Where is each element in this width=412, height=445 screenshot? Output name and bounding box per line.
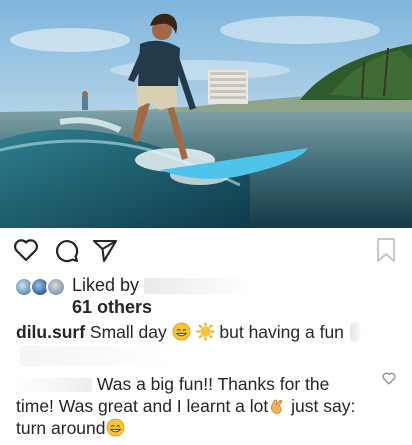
comment-item: Was a big fun!! Thanks for the time! Was… xyxy=(16,373,396,439)
comment-bubble-icon xyxy=(56,240,79,263)
likes-summary[interactable]: Liked by 61 others xyxy=(14,274,404,320)
likes-others-count[interactable]: 61 others xyxy=(72,296,152,318)
like-button[interactable] xyxy=(11,234,41,266)
paper-plane-icon xyxy=(92,239,118,263)
comment-username-obscured xyxy=(16,378,92,393)
share-button[interactable] xyxy=(90,234,120,266)
surfer-photo xyxy=(0,0,412,228)
caption-username[interactable]: dilu.surf xyxy=(16,322,85,342)
comment-button[interactable] xyxy=(51,234,81,266)
liked-by-label: Liked by xyxy=(72,275,140,295)
caption-text-part1: Small day xyxy=(89,322,167,342)
post-action-bar xyxy=(0,234,412,270)
caption-text-part2: but having a fun xyxy=(219,322,344,342)
post-caption: dilu.surf Small day but having a fun xyxy=(16,321,406,343)
comment-text-line3: just say: xyxy=(291,396,356,416)
grinning-face-emoji-icon xyxy=(172,322,191,341)
comment-text-line2: time! Was great and I learnt a lot xyxy=(16,396,269,416)
pinching-hand-emoji-icon xyxy=(271,399,283,414)
heart-outline-icon xyxy=(13,239,39,262)
grinning-face-emoji-icon xyxy=(106,418,124,437)
comment-text-line1: Was a big fun!! Thanks for the xyxy=(96,374,330,394)
liked-by-line: Liked by xyxy=(72,274,255,296)
bookmark-icon xyxy=(377,238,395,262)
comment-text-line4: turn around xyxy=(16,418,106,438)
sun-emoji-icon xyxy=(195,322,215,341)
avatar xyxy=(46,277,66,297)
liked-by-username-obscured xyxy=(144,278,255,295)
post-photo[interactable] xyxy=(0,0,412,228)
comment-like-button[interactable] xyxy=(382,372,398,388)
save-button[interactable] xyxy=(372,234,400,266)
caption-overflow-obscured xyxy=(20,346,170,366)
heart-outline-icon xyxy=(382,372,396,385)
liker-avatars xyxy=(14,277,68,297)
